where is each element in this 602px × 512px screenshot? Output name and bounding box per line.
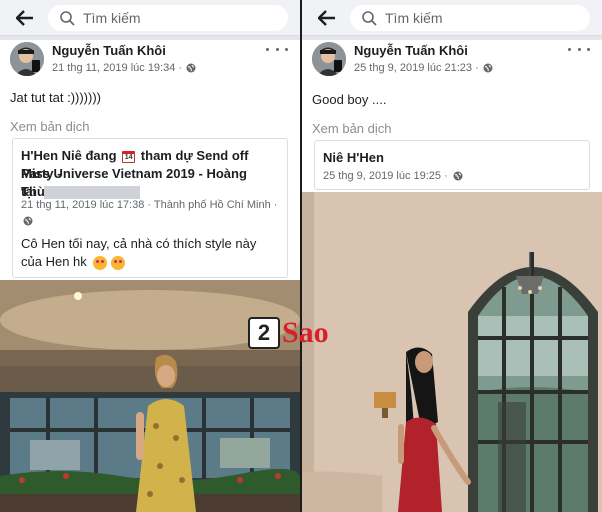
back-arrow-icon bbox=[318, 10, 335, 26]
more-options-button[interactable] bbox=[266, 42, 288, 56]
left-post-screenshot: Nguyễn Tuấn Khôi 21 thg 11, 2019 lúc 19:… bbox=[0, 0, 300, 512]
author-name[interactable]: Nguyễn Tuấn Khôi bbox=[354, 43, 468, 58]
search-box[interactable] bbox=[48, 5, 288, 31]
shared-post-card[interactable]: H'Hen Niê đang 14 tham dự Send off Party… bbox=[12, 138, 288, 278]
see-translation-link[interactable]: Xem bản dịch bbox=[312, 121, 392, 136]
shared-author[interactable]: Niê H'Hen bbox=[323, 149, 583, 167]
shared-post-meta: 21 thg 11, 2019 lúc 17:38 · Thành phố Hồ… bbox=[21, 197, 281, 229]
globe-icon bbox=[453, 171, 463, 181]
shared-timestamp[interactable]: 21 thg 11, 2019 lúc 17:38 · Thành phố Hồ… bbox=[21, 199, 277, 211]
back-arrow-icon bbox=[16, 10, 33, 26]
see-translation-link[interactable]: Xem bản dịch bbox=[10, 119, 90, 134]
search-icon bbox=[362, 10, 377, 26]
post-timestamp[interactable]: 21 thg 11, 2019 lúc 19:34 · bbox=[52, 62, 182, 74]
search-icon bbox=[60, 10, 75, 26]
top-bar bbox=[302, 0, 602, 36]
search-input[interactable] bbox=[83, 10, 233, 26]
back-button[interactable] bbox=[12, 5, 38, 31]
post-text: Good boy .... bbox=[312, 92, 387, 107]
watermark-text: Sao bbox=[282, 316, 329, 349]
shared-text-end: của Hen hk bbox=[21, 254, 87, 269]
avatar[interactable] bbox=[10, 42, 44, 76]
more-options-button[interactable] bbox=[568, 42, 590, 56]
post-meta: 25 thg 9, 2019 lúc 21:23 · bbox=[354, 62, 493, 74]
search-box[interactable] bbox=[350, 5, 590, 31]
back-button[interactable] bbox=[314, 5, 340, 31]
heart-eyes-emoji-icon bbox=[93, 255, 108, 270]
post-meta: 21 thg 11, 2019 lúc 19:34 · bbox=[52, 62, 196, 74]
shared-post-card[interactable]: Niê H'Hen 25 thg 9, 2019 lúc 19:25 · bbox=[314, 140, 590, 190]
globe-icon bbox=[23, 216, 33, 226]
heart-eyes-emoji-icon bbox=[111, 255, 126, 270]
shared-timestamp[interactable]: 25 thg 9, 2019 lúc 19:25 · bbox=[323, 170, 448, 182]
post-text: Jat tut tat :))))))) bbox=[10, 90, 101, 105]
right-post-screenshot: Nguyễn Tuấn Khôi 25 thg 9, 2019 lúc 21:2… bbox=[302, 0, 602, 512]
search-input[interactable] bbox=[385, 10, 535, 26]
post-header: Nguyễn Tuấn Khôi 25 thg 9, 2019 lúc 21:2… bbox=[302, 40, 602, 86]
post-header: Nguyễn Tuấn Khôi 21 thg 11, 2019 lúc 19:… bbox=[0, 40, 300, 86]
shared-post-meta: 25 thg 9, 2019 lúc 19:25 · bbox=[323, 168, 583, 184]
site-watermark-logo: 2 Sao bbox=[248, 313, 348, 353]
calendar-icon: 14 bbox=[122, 150, 136, 163]
watermark-box: 2 bbox=[248, 317, 280, 349]
avatar[interactable] bbox=[312, 42, 346, 76]
post-timestamp[interactable]: 25 thg 9, 2019 lúc 21:23 · bbox=[354, 62, 479, 74]
globe-icon bbox=[186, 63, 196, 73]
globe-icon bbox=[483, 63, 493, 73]
top-bar bbox=[0, 0, 300, 36]
shared-post-text-line2: của Hen hk bbox=[21, 253, 281, 271]
shared-post-text-line1: Cô Hen tối nay, cả nhà có thích style nà… bbox=[21, 236, 257, 251]
author-name[interactable]: Nguyễn Tuấn Khôi bbox=[52, 43, 166, 58]
shared-author[interactable]: H'Hen Niê đang bbox=[21, 148, 117, 163]
